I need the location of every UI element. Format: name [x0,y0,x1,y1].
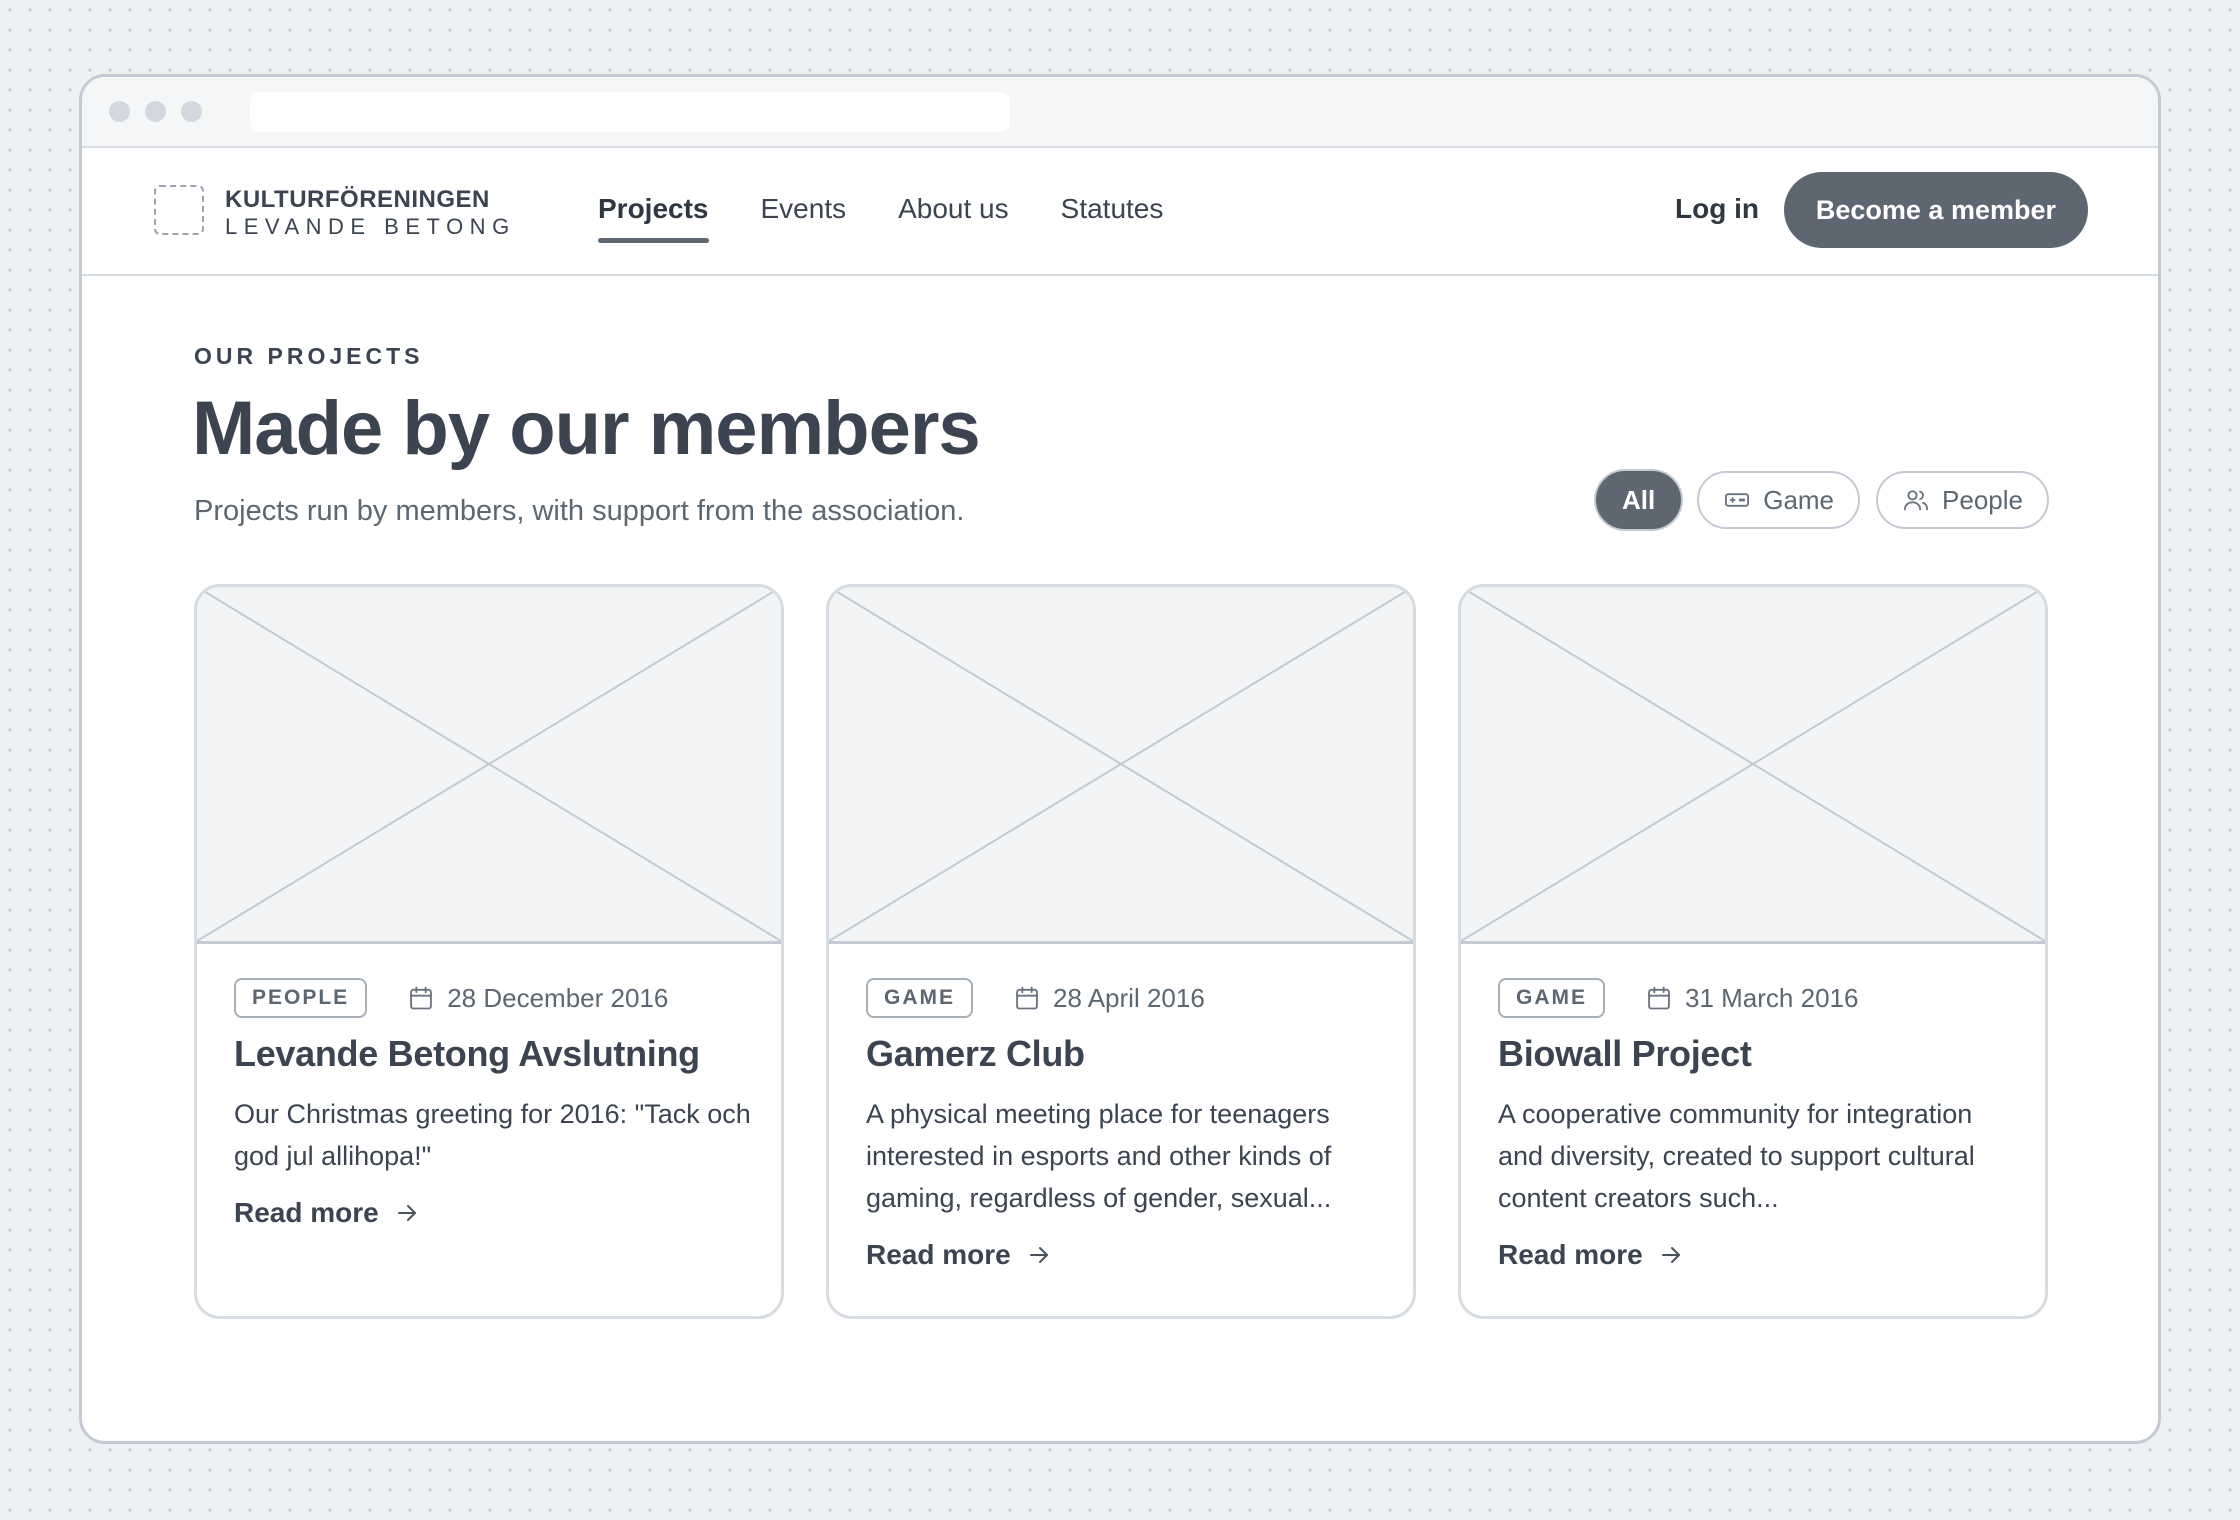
filter-chip-game[interactable]: Game [1697,471,1861,529]
login-link[interactable]: Log in [1675,193,1759,225]
logo-placeholder-icon[interactable] [154,185,204,235]
project-card[interactable]: GAME 28 April 2016 Gamerz Club A physica… [826,584,1416,1319]
section-eyebrow: OUR PROJECTS [194,343,424,369]
card-date: 28 April 2016 [1013,983,1205,1014]
gamepad-icon [1725,493,1750,507]
card-description: Our Christmas greeting for 2016: "Tack o… [234,1099,751,1171]
nav-link-projects[interactable]: Projects [598,193,709,243]
browser-chrome [82,77,2158,148]
browser-window: KULTURFÖRENINGEN LEVANDE BETONG Projects… [79,74,2161,1444]
filter-chip-people[interactable]: People [1876,471,2049,529]
window-dot-minimize[interactable] [145,101,166,122]
page-subtitle: Projects run by members, with support fr… [194,495,965,527]
filter-chip-label: Game [1763,484,1835,515]
become-member-button[interactable]: Become a member [1783,172,2088,248]
category-filters: All Game People [1595,471,2049,529]
window-dot-close[interactable] [109,101,130,122]
card-date: 31 March 2016 [1645,983,1858,1014]
project-card[interactable]: PEOPLE 28 December 2016 Levande Betong A… [194,584,784,1319]
site-header: KULTURFÖRENINGEN LEVANDE BETONG Projects… [82,148,2158,276]
calendar-icon [1016,986,1038,1010]
filter-chip-label: All [1621,484,1656,515]
people-icon [1904,490,1929,511]
read-more-label: Read more [866,1239,1011,1270]
calendar-icon [410,986,433,1010]
page-title: Made by our members [192,386,981,471]
category-badge: GAME [866,978,973,1018]
project-card[interactable]: GAME 31 March 2016 Biowall Project A coo… [1458,584,2048,1319]
card-title[interactable]: Levande Betong Avslutning [234,1033,751,1075]
arrow-right-icon [1029,1247,1048,1263]
card-title[interactable]: Biowall Project [1498,1033,2015,1075]
nav-link-events[interactable]: Events [761,193,847,225]
category-badge: GAME [1498,978,1605,1018]
card-title[interactable]: Gamerz Club [866,1033,1383,1075]
card-date-text: 28 December 2016 [447,982,669,1013]
read-more-link[interactable]: Read more [1498,1239,2015,1271]
image-placeholder-icon [1461,587,2045,944]
card-date: 28 December 2016 [407,983,668,1014]
read-more-label: Read more [1498,1239,1643,1270]
filter-chip-all[interactable]: All [1595,471,1682,529]
main-nav: Projects Events About us Statutes [598,193,1215,243]
category-badge: PEOPLE [234,978,368,1018]
arrow-right-icon [1661,1247,1680,1263]
brand-name-line1[interactable]: KULTURFÖRENINGEN [225,186,490,214]
nav-link-about-us[interactable]: About us [898,193,1009,225]
card-date-text: 28 April 2016 [1053,982,1205,1013]
filter-chip-label: People [1942,484,2023,515]
project-cards: PEOPLE 28 December 2016 Levande Betong A… [194,584,2048,1319]
address-bar[interactable] [250,92,1010,132]
read-more-link[interactable]: Read more [866,1239,1383,1271]
card-description: A physical meeting place for teenagers i… [866,1099,1332,1213]
read-more-link[interactable]: Read more [234,1197,751,1229]
card-date-text: 31 March 2016 [1685,982,1859,1013]
nav-link-statutes[interactable]: Statutes [1061,193,1164,225]
card-description: A cooperative community for integration … [1498,1099,1975,1213]
window-dot-maximize[interactable] [181,101,202,122]
image-placeholder-icon [197,587,781,944]
brand-name-line2[interactable]: LEVANDE BETONG [225,214,516,240]
image-placeholder-icon [829,587,1413,944]
arrow-right-icon [397,1205,416,1221]
calendar-icon [1648,986,1670,1010]
read-more-label: Read more [234,1197,379,1228]
